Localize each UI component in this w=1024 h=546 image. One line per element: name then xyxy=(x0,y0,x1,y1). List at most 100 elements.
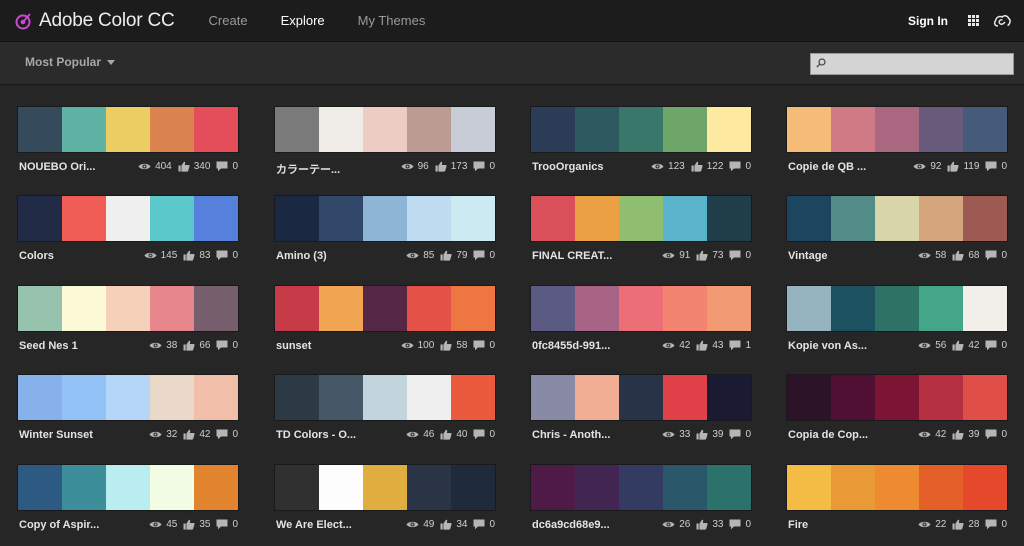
theme-name[interactable]: 0fc8455d-991... xyxy=(532,340,610,352)
comment-icon[interactable] xyxy=(216,519,228,530)
theme-name[interactable]: sunset xyxy=(276,340,311,352)
theme-name[interactable]: Amino (3) xyxy=(276,250,327,262)
comment-icon[interactable] xyxy=(729,161,741,172)
theme-swatches[interactable] xyxy=(275,286,495,331)
thumbs-up-icon[interactable] xyxy=(435,161,447,172)
theme-name[interactable]: Vintage xyxy=(788,250,828,262)
comment-icon[interactable] xyxy=(216,340,228,351)
thumbs-up-icon[interactable] xyxy=(696,429,708,440)
theme-swatches[interactable] xyxy=(787,107,1007,152)
theme-swatches[interactable] xyxy=(531,196,751,241)
apps-grid-icon[interactable] xyxy=(968,15,979,26)
thumbs-up-icon[interactable] xyxy=(183,519,195,530)
theme-name[interactable]: Copy of Aspir... xyxy=(19,519,99,531)
thumbs-up-icon[interactable] xyxy=(183,340,195,351)
theme-swatches[interactable] xyxy=(275,107,495,152)
theme-meta: dc6a9cd68e9... 26 33 0 xyxy=(531,519,751,535)
adobe-color-logo[interactable]: Adobe Color CC xyxy=(15,10,175,32)
theme-swatches[interactable] xyxy=(787,375,1007,420)
search-box[interactable] xyxy=(810,53,1014,76)
thumbs-up-icon[interactable] xyxy=(440,429,452,440)
like-count: 68 xyxy=(968,250,980,261)
theme-swatches[interactable] xyxy=(18,196,238,241)
main-nav: Create Explore My Themes xyxy=(209,13,459,28)
comment-icon[interactable] xyxy=(216,250,228,261)
nav-explore[interactable]: Explore xyxy=(281,13,325,28)
color-swatch xyxy=(106,196,150,241)
theme-name[interactable]: Colors xyxy=(19,250,54,262)
theme-stats: 123 122 0 xyxy=(651,161,751,172)
comment-icon[interactable] xyxy=(729,429,741,440)
theme-name[interactable]: Seed Nes 1 xyxy=(19,340,78,352)
thumbs-up-icon[interactable] xyxy=(947,161,960,172)
comment-icon[interactable] xyxy=(985,340,997,351)
nav-create[interactable]: Create xyxy=(209,13,248,28)
thumbs-up-icon[interactable] xyxy=(440,519,452,530)
thumbs-up-icon[interactable] xyxy=(178,161,190,172)
theme-swatches[interactable] xyxy=(531,286,751,331)
theme-swatches[interactable] xyxy=(787,286,1007,331)
color-swatch xyxy=(451,196,495,241)
theme-swatches[interactable] xyxy=(275,465,495,510)
thumbs-up-icon[interactable] xyxy=(952,519,964,530)
comment-icon[interactable] xyxy=(729,340,741,351)
thumbs-up-icon[interactable] xyxy=(440,340,452,351)
theme-swatches[interactable] xyxy=(531,107,751,152)
theme-name[interactable]: TrooOrganics xyxy=(532,161,604,173)
theme-name[interactable]: FINAL CREAT... xyxy=(532,250,612,262)
theme-name[interactable]: Chris - Anoth... xyxy=(532,429,610,441)
comment-icon[interactable] xyxy=(985,519,997,530)
theme-name[interactable]: Winter Sunset xyxy=(19,429,93,441)
comment-icon[interactable] xyxy=(473,519,485,530)
thumbs-up-icon[interactable] xyxy=(696,519,708,530)
thumbs-up-icon[interactable] xyxy=(183,429,195,440)
comment-icon[interactable] xyxy=(216,429,228,440)
comment-icon[interactable] xyxy=(473,250,485,261)
theme-swatches[interactable] xyxy=(18,465,238,510)
thumbs-up-icon[interactable] xyxy=(952,340,964,351)
theme-swatches[interactable] xyxy=(275,196,495,241)
theme-swatches[interactable] xyxy=(275,375,495,420)
comment-icon[interactable] xyxy=(473,161,485,172)
color-swatch xyxy=(619,465,663,510)
nav-my-themes[interactable]: My Themes xyxy=(358,13,426,28)
theme-name[interactable]: Copia de Cop... xyxy=(788,429,868,441)
comment-icon[interactable] xyxy=(985,161,997,172)
sign-in-link[interactable]: Sign In xyxy=(908,14,948,28)
thumbs-up-icon[interactable] xyxy=(696,250,708,261)
theme-name[interactable]: dc6a9cd68e9... xyxy=(532,519,610,531)
search-input[interactable] xyxy=(829,54,1013,76)
comment-icon[interactable] xyxy=(729,250,741,261)
thumbs-up-icon[interactable] xyxy=(183,250,195,261)
thumbs-up-icon[interactable] xyxy=(696,340,708,351)
comment-icon[interactable] xyxy=(985,250,997,261)
theme-name[interactable]: Fire xyxy=(788,519,808,531)
theme-swatches[interactable] xyxy=(18,375,238,420)
thumbs-up-icon[interactable] xyxy=(440,250,452,261)
comment-icon[interactable] xyxy=(473,340,485,351)
view-count: 92 xyxy=(930,161,942,172)
theme-swatches[interactable] xyxy=(18,107,238,152)
theme-swatches[interactable] xyxy=(787,196,1007,241)
theme-name[interactable]: Kopie von As... xyxy=(788,340,867,352)
thumbs-up-icon[interactable] xyxy=(952,250,964,261)
theme-swatches[interactable] xyxy=(787,465,1007,510)
theme-name[interactable]: TD Colors - O... xyxy=(276,429,356,441)
comment-icon[interactable] xyxy=(473,429,485,440)
theme-name[interactable]: カラーテー... xyxy=(276,161,340,177)
theme-swatches[interactable] xyxy=(531,465,751,510)
theme-name[interactable]: We Are Elect... xyxy=(276,519,352,531)
thumbs-up-icon[interactable] xyxy=(691,161,703,172)
theme-name[interactable]: NOUEBO Ori... xyxy=(19,161,95,173)
sort-dropdown[interactable]: Most Popular xyxy=(25,55,116,69)
theme-card: Vintage 58 68 0 xyxy=(787,196,1007,266)
comment-icon[interactable] xyxy=(729,519,741,530)
comment-icon[interactable] xyxy=(216,161,228,172)
theme-name[interactable]: Copie de QB ... xyxy=(788,161,866,173)
creative-cloud-icon[interactable] xyxy=(993,14,1011,28)
comment-icon[interactable] xyxy=(985,429,997,440)
theme-swatches[interactable] xyxy=(18,286,238,331)
thumbs-up-icon[interactable] xyxy=(952,429,964,440)
theme-swatches[interactable] xyxy=(531,375,751,420)
theme-stats: 33 39 0 xyxy=(662,429,751,440)
